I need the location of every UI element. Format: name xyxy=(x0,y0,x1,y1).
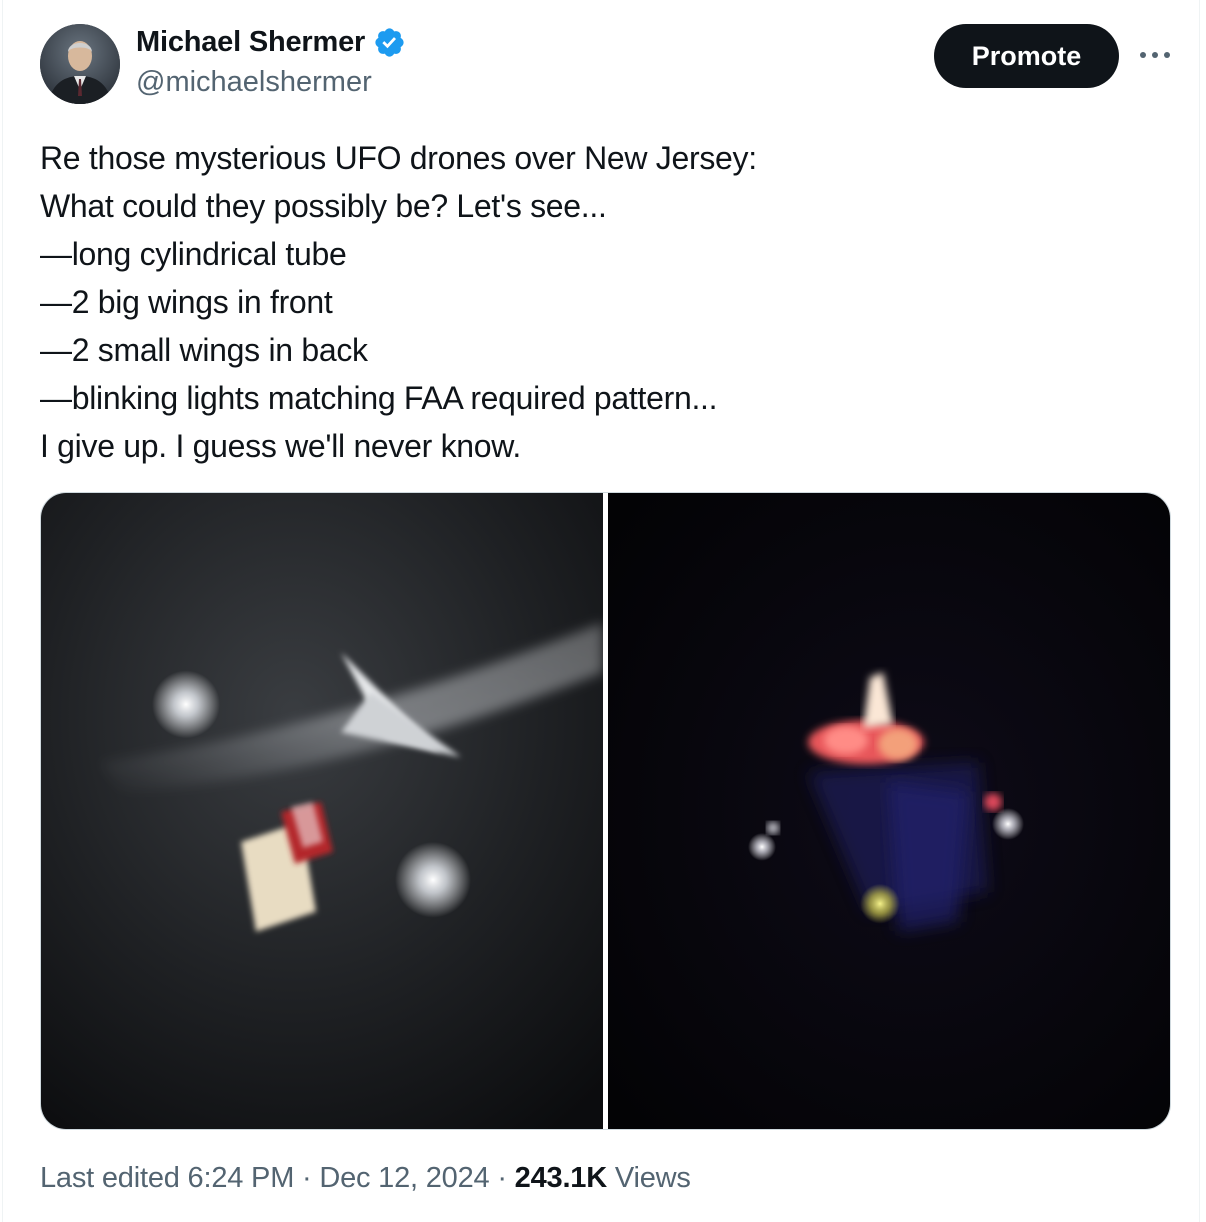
tweet-line: I give up. I guess we'll never know. xyxy=(40,428,521,464)
media-grid xyxy=(40,492,1171,1130)
photo-night-aircraft-grey[interactable] xyxy=(41,493,603,1129)
tweet-card: Michael Shermer @michaelshermer Promote … xyxy=(2,0,1200,1222)
photo-night-aircraft-lights[interactable] xyxy=(608,493,1170,1129)
photo-left-image xyxy=(41,493,603,1129)
tweet-line: —long cylindrical tube xyxy=(40,236,347,272)
tweet-metadata: Last edited 6:24 PM · Dec 12, 2024 · 243… xyxy=(40,1162,691,1195)
tweet-line: What could they possibly be? Let's see..… xyxy=(40,188,607,224)
tweet-line: —2 big wings in front xyxy=(40,284,333,320)
meta-separator: · xyxy=(497,1162,507,1194)
avatar[interactable] xyxy=(40,24,120,104)
author-handle[interactable]: @michaelshermer xyxy=(136,66,372,99)
tweet-line: Re those mysterious UFO drones over New … xyxy=(40,140,757,176)
photo-right-image xyxy=(608,493,1170,1129)
avatar-image xyxy=(40,24,120,104)
promote-button[interactable]: Promote xyxy=(934,24,1119,88)
edited-label[interactable]: Last edited xyxy=(40,1162,180,1194)
views-label: Views xyxy=(614,1162,691,1194)
tweet-date[interactable]: Dec 12, 2024 xyxy=(319,1162,489,1194)
tweet-time[interactable]: 6:24 PM xyxy=(188,1162,295,1194)
tweet-line: —2 small wings in back xyxy=(40,332,368,368)
more-options-button[interactable] xyxy=(1135,40,1175,70)
views-count[interactable]: 243.1K xyxy=(515,1162,608,1194)
more-horizontal-icon xyxy=(1140,52,1170,58)
author-display-name[interactable]: Michael Shermer xyxy=(136,26,365,59)
verified-badge-icon[interactable] xyxy=(373,26,406,59)
tweet-text: Re those mysterious UFO drones over New … xyxy=(40,134,1160,470)
meta-separator: · xyxy=(302,1162,312,1194)
author-name-row: Michael Shermer xyxy=(136,26,406,59)
tweet-line: —blinking lights matching FAA required p… xyxy=(40,380,718,416)
